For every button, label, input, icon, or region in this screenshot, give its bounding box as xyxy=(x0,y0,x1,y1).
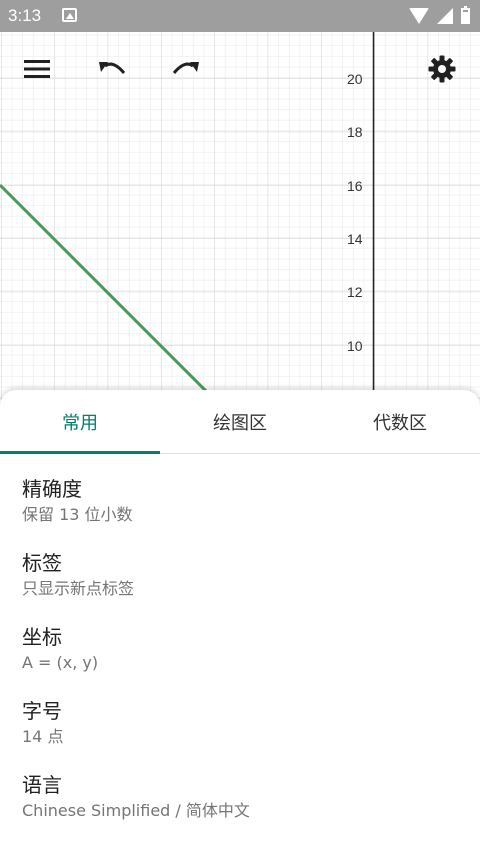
setting-language-value: Chinese Simplified / 简体中文 xyxy=(22,801,250,820)
setting-font-size[interactable]: 字号 14 点 xyxy=(22,698,63,748)
undo-icon xyxy=(99,62,126,74)
y-tick-12: 12 xyxy=(347,284,363,300)
settings-sheet: 常用 绘图区 代数区 精确度 保留 13 位小数 标签 只显示新点标签 坐标 A… xyxy=(0,390,480,853)
wifi-icon xyxy=(409,8,429,24)
y-tick-18: 18 xyxy=(347,124,363,140)
tab-indicator xyxy=(0,451,160,454)
setting-labeling[interactable]: 标签 只显示新点标签 xyxy=(22,550,134,600)
graphics-view[interactable]: 22 20 18 16 14 12 10 xyxy=(0,0,480,400)
redo-icon xyxy=(172,62,199,74)
setting-language-title: 语言 xyxy=(22,773,62,797)
image-notification-icon xyxy=(62,8,77,22)
status-icons xyxy=(409,6,470,25)
battery-icon xyxy=(461,6,470,24)
status-bar: 3:13 xyxy=(0,0,480,32)
gear-icon xyxy=(428,55,456,83)
setting-language[interactable]: 语言 Chinese Simplified / 简体中文 xyxy=(22,772,250,822)
signal-icon xyxy=(437,8,453,24)
setting-coordinates-value: A = (x, y) xyxy=(22,653,99,672)
y-tick-20: 20 xyxy=(347,71,363,87)
setting-coordinates-title: 坐标 xyxy=(22,625,62,649)
setting-labeling-value: 只显示新点标签 xyxy=(22,579,135,598)
setting-coordinates[interactable]: 坐标 A = (x, y) xyxy=(22,624,98,674)
setting-font-size-title: 字号 xyxy=(22,699,62,723)
redo-button[interactable] xyxy=(166,49,206,89)
setting-rounding-value: 保留 13 位小数 xyxy=(22,505,133,524)
settings-button[interactable] xyxy=(422,49,462,89)
tab-algebra[interactable]: 代数区 xyxy=(320,390,480,453)
y-tick-16: 16 xyxy=(347,178,363,194)
setting-rounding-title: 精确度 xyxy=(22,477,82,501)
tab-general[interactable]: 常用 xyxy=(0,390,160,453)
undo-button[interactable] xyxy=(92,49,132,89)
setting-rounding[interactable]: 精确度 保留 13 位小数 xyxy=(22,476,133,526)
menu-button[interactable] xyxy=(17,49,57,89)
y-tick-14: 14 xyxy=(347,231,363,247)
menu-icon xyxy=(24,60,50,78)
setting-font-size-value: 14 点 xyxy=(22,727,64,746)
settings-tabs: 常用 绘图区 代数区 xyxy=(0,390,480,454)
y-tick-10: 10 xyxy=(347,338,363,354)
setting-labeling-title: 标签 xyxy=(22,551,62,575)
tab-graphics[interactable]: 绘图区 xyxy=(160,390,320,453)
status-time: 3:13 xyxy=(8,6,42,25)
